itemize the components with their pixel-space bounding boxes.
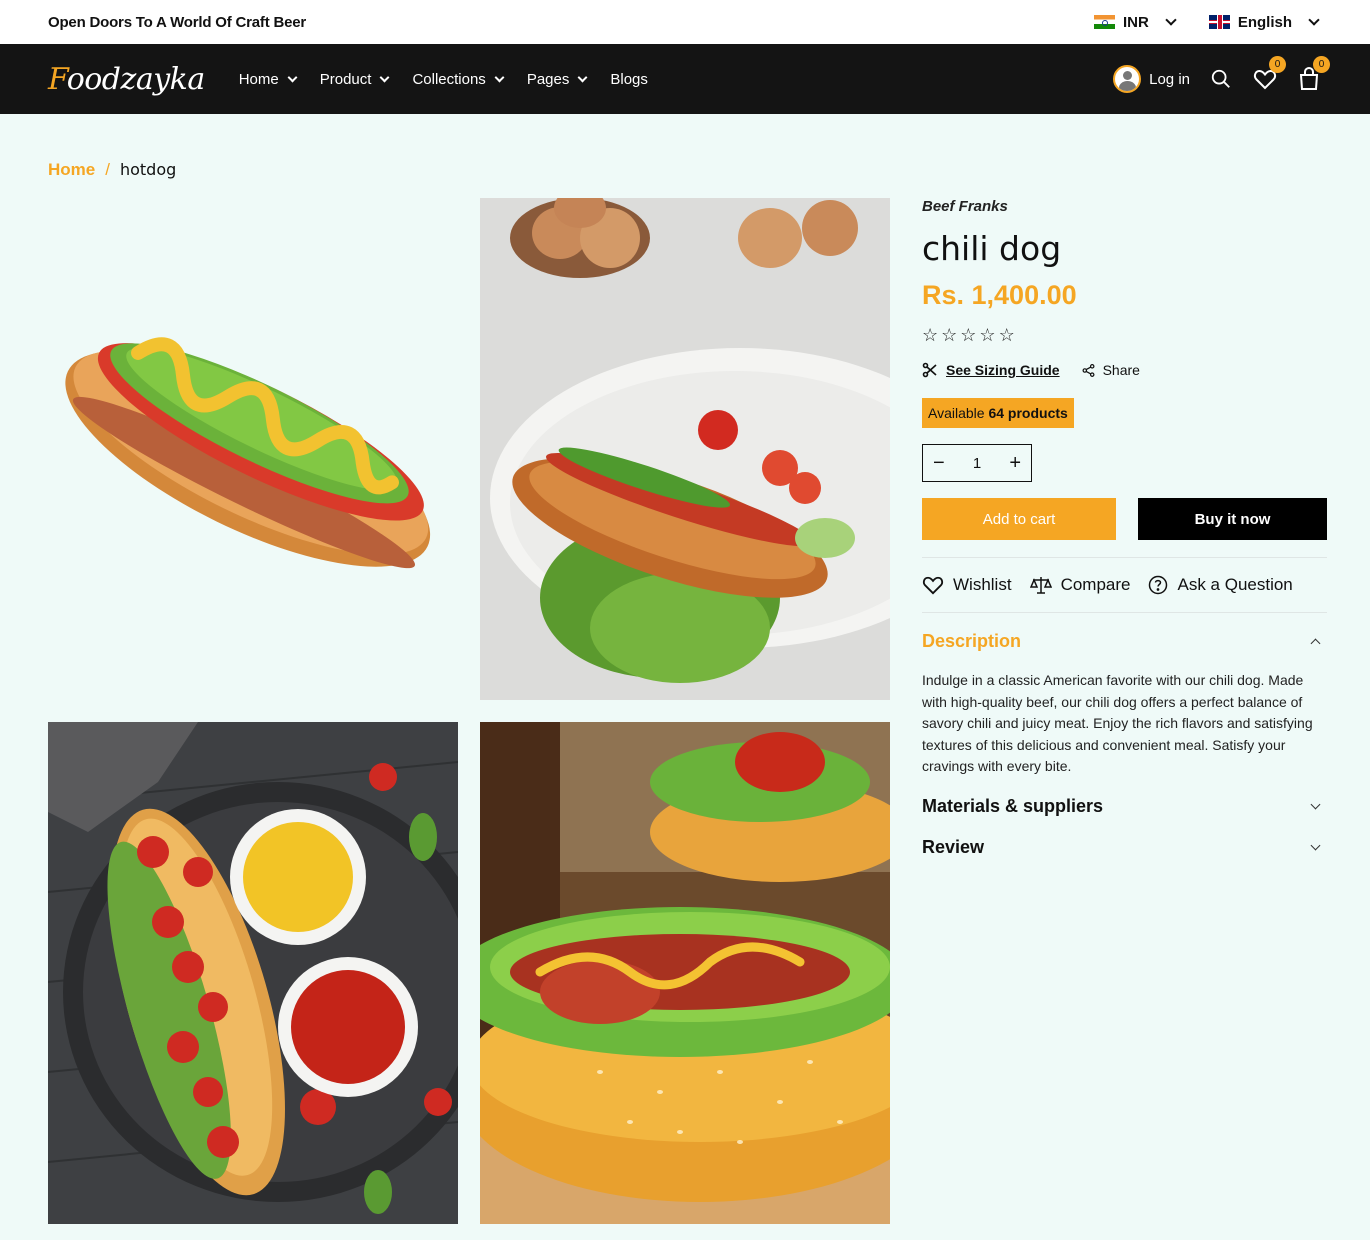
nav-label: Collections [412,70,486,88]
logo-initial: F [48,61,67,97]
description-title: Description [922,631,1022,651]
star-empty-icon: ☆ [922,325,939,345]
cart-count-badge: 0 [1313,56,1330,73]
login-label: Log in [1149,70,1190,88]
product-title: chili dog [922,229,1062,268]
sizing-guide-label: See Sizing Guide [946,362,1060,378]
add-to-cart-button[interactable]: Add to cart [922,498,1116,540]
language-label: English [1237,13,1292,31]
header-actions: Log in 0 0 [1113,56,1330,93]
description-accordion: Description Indulge in a classic America… [922,631,1327,778]
chevron-down-icon [1310,799,1321,810]
product-image-2[interactable] [480,198,890,700]
availability-prefix: Available [928,405,985,421]
star-empty-icon: ☆ [998,325,1015,345]
chevron-up-icon [1310,638,1321,649]
chevron-down-icon [1310,840,1321,851]
materials-header[interactable]: Materials & suppliers [922,796,1327,817]
product-image-1[interactable] [48,198,458,700]
star-empty-icon: ☆ [979,325,996,345]
sizing-guide-link[interactable]: See Sizing Guide [922,362,1060,378]
product-info: Beef Franks chili dog Rs. 1,400.00 ☆ ☆ ☆… [922,198,1327,858]
minus-icon[interactable]: − [933,452,945,475]
share-icon [1082,363,1095,377]
compare-label: Compare [1060,575,1131,594]
nav-product[interactable]: Product [319,70,390,88]
breadcrumb-separator: / [105,160,110,179]
review-accordion: Review [922,837,1327,858]
nav-home[interactable]: Home [238,70,298,88]
wishlist-count-badge: 0 [1269,56,1286,73]
ask-question-label: Ask a Question [1177,575,1293,594]
currency-selector[interactable]: INR [1093,13,1179,31]
chevron-down-icon [1165,14,1177,26]
nav-pages[interactable]: Pages [526,70,588,88]
breadcrumb-current: hotdog [119,160,177,179]
question-circle-icon [1149,575,1168,595]
chevron-down-icon [1308,14,1320,26]
wishlist-action[interactable]: Wishlist [922,575,1012,595]
availability-badge: Available 64 products [922,398,1074,428]
search-button[interactable] [1208,66,1234,92]
description-header[interactable]: Description [922,631,1327,652]
product-actions: Wishlist Compare Ask a Question [922,575,1327,613]
chevron-down-icon [577,72,588,82]
heart-icon [922,576,944,595]
product-image-3[interactable] [48,722,458,1224]
quantity-value[interactable]: 1 [973,455,981,472]
user-avatar-icon [1113,65,1142,93]
nav-collections[interactable]: Collections [412,70,505,88]
divider [922,557,1327,558]
chevron-down-icon [379,72,390,82]
announcement-bar: Open Doors To A World Of Craft Beer INR … [0,0,1370,44]
uk-flag-icon [1208,15,1230,29]
announcement-text: Open Doors To A World Of Craft Beer [48,13,307,31]
ask-question-action[interactable]: Ask a Question [1148,575,1293,595]
site-logo[interactable]: Foodzayka [48,62,205,97]
india-flag-icon [1093,15,1115,29]
star-empty-icon: ☆ [960,325,977,345]
wishlist-label: Wishlist [953,575,1012,594]
product-links: See Sizing Guide Share [922,362,1327,378]
currency-label: INR [1122,13,1149,31]
nav-label: Blogs [610,70,648,88]
share-link[interactable]: Share [1082,362,1140,378]
materials-title: Materials & suppliers [922,795,1104,816]
product-image-4[interactable] [480,722,890,1224]
breadcrumb-home[interactable]: Home [48,160,95,180]
nav-label: Home [238,70,279,88]
description-text: Indulge in a classic American favorite w… [922,672,1313,775]
nav-label: Pages [526,70,570,88]
purchase-buttons: Add to cart Buy it now [922,498,1327,540]
review-title: Review [922,836,985,857]
wishlist-button[interactable]: 0 [1252,56,1286,92]
main-header: Foodzayka Home Product Collections Pages… [0,44,1370,114]
cart-button[interactable]: 0 [1296,56,1330,92]
star-empty-icon: ☆ [941,325,958,345]
locale-selectors: INR English [1093,13,1322,31]
language-selector[interactable]: English [1208,13,1322,31]
rating-stars: ☆ ☆ ☆ ☆ ☆ [922,325,1327,346]
main-nav: Home Product Collections Pages Blogs [239,71,648,88]
quantity-stepper: − 1 + [922,444,1032,482]
product-vendor[interactable]: Beef Franks [922,198,1327,215]
review-header[interactable]: Review [922,837,1327,858]
logo-text: oodzayka [66,61,206,97]
product-price: Rs. 1,400.00 [922,280,1077,310]
chevron-down-icon [287,72,298,82]
compare-scale-icon [1029,577,1052,594]
login-link[interactable]: Log in [1113,65,1190,93]
scissors-icon [922,362,937,378]
share-label: Share [1102,362,1140,378]
nav-blogs[interactable]: Blogs [610,71,648,88]
availability-count: 64 products [988,405,1068,421]
breadcrumb: Home / hotdog [48,160,176,180]
nav-label: Product [319,70,372,88]
search-icon [1211,69,1230,88]
chevron-down-icon [494,72,505,82]
compare-action[interactable]: Compare [1029,575,1131,595]
plus-icon[interactable]: + [1009,452,1021,475]
materials-accordion: Materials & suppliers [922,796,1327,817]
buy-now-button[interactable]: Buy it now [1138,498,1327,540]
